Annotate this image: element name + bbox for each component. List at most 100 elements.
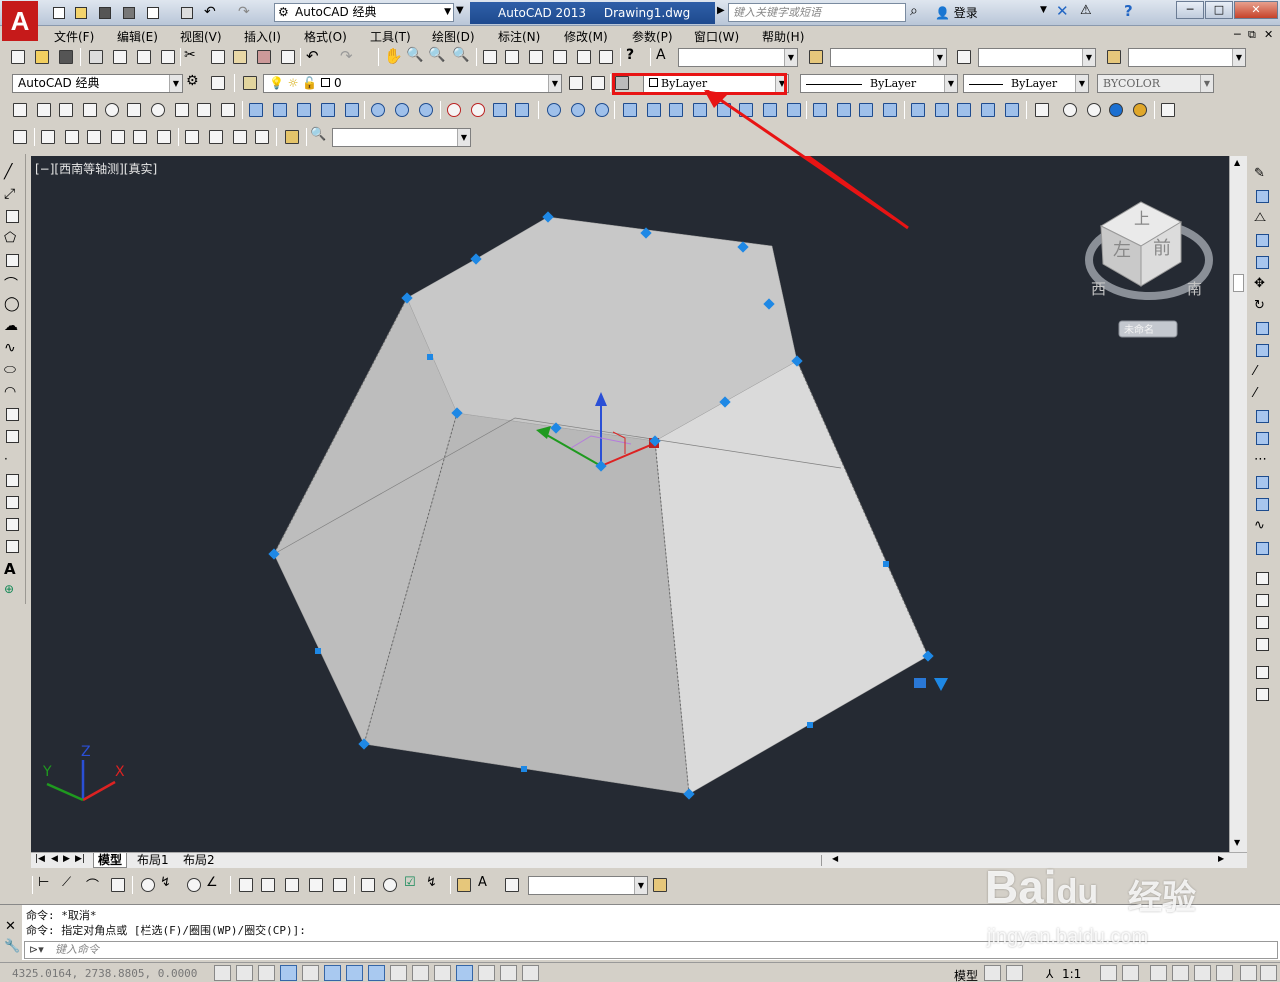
pyramid-icon[interactable]: [172, 100, 192, 120]
3d-array-icon[interactable]: [512, 100, 532, 120]
menu-edit[interactable]: 编辑(E): [117, 28, 158, 45]
match-properties-icon[interactable]: [254, 47, 274, 67]
3d-print-icon[interactable]: [158, 47, 178, 67]
print-icon[interactable]: [86, 47, 106, 67]
right-view-icon[interactable]: [108, 127, 128, 147]
baseline-dim-icon[interactable]: [258, 875, 278, 895]
quick-view-layouts-icon[interactable]: [984, 965, 1001, 981]
block-editor-icon[interactable]: [278, 47, 298, 67]
clean-screen-toggle[interactable]: [1260, 965, 1277, 981]
ellipse-icon[interactable]: ⬭: [4, 362, 22, 380]
open-icon[interactable]: [72, 4, 90, 22]
top-view-icon[interactable]: [38, 127, 58, 147]
conceptual-style-icon[interactable]: [1084, 100, 1104, 120]
menu-insert[interactable]: 插入(I): [244, 28, 281, 45]
plot-icon[interactable]: [178, 4, 196, 22]
pan-icon[interactable]: ✋: [384, 47, 404, 67]
ne-iso-view-icon[interactable]: [230, 127, 250, 147]
dim-space-icon[interactable]: [306, 875, 326, 895]
next-tab-icon[interactable]: ▶: [63, 854, 70, 864]
zoom-icon[interactable]: 🔍: [310, 127, 330, 147]
vertical-scrollbar[interactable]: ▲ ▼: [1229, 156, 1247, 852]
annotation-scale-icon[interactable]: ⅄: [1046, 967, 1053, 981]
trim-icon[interactable]: ⁄: [1254, 364, 1272, 382]
zoom-realtime-icon[interactable]: 🔍: [406, 47, 426, 67]
box-icon[interactable]: [34, 100, 54, 120]
copy-icon[interactable]: [208, 47, 228, 67]
hatch-icon[interactable]: [4, 472, 22, 490]
angular-dim-icon[interactable]: ∠: [206, 875, 226, 895]
section-plane-icon[interactable]: [978, 100, 998, 120]
dim-style-manager-icon[interactable]: [650, 875, 670, 895]
object-snap-tracking-toggle[interactable]: [368, 965, 385, 981]
communication-center-icon[interactable]: ⚠: [1080, 3, 1092, 18]
draworder-under-icon[interactable]: [1254, 636, 1272, 654]
save-file-icon[interactable]: [56, 47, 76, 67]
markup-icon[interactable]: [574, 47, 594, 67]
explode-icon[interactable]: [1254, 540, 1272, 558]
jogged-dim-icon[interactable]: ↯: [160, 875, 180, 895]
view-combo[interactable]: ▼: [332, 128, 471, 147]
help-icon[interactable]: ?: [1124, 2, 1133, 20]
tool-palettes-icon[interactable]: [526, 47, 546, 67]
prev-tab-icon[interactable]: ◀: [51, 854, 58, 864]
properties-icon[interactable]: [480, 47, 500, 67]
quick-view-drawings-icon[interactable]: [1006, 965, 1023, 981]
layer-properties-icon[interactable]: [240, 73, 260, 93]
move-icon[interactable]: ✥: [1254, 276, 1272, 294]
draworder-front-icon[interactable]: [1254, 570, 1272, 588]
torus-icon[interactable]: [148, 100, 168, 120]
presspull-icon[interactable]: [270, 100, 290, 120]
radius-dim-icon[interactable]: [138, 875, 158, 895]
open-file-icon[interactable]: [32, 47, 52, 67]
solid-union-icon[interactable]: [544, 100, 564, 120]
gradient-icon[interactable]: [4, 494, 22, 512]
command-window-handle[interactable]: ✕ 🔧: [0, 905, 22, 961]
close-button[interactable]: ✕: [1234, 1, 1278, 19]
circle-icon[interactable]: ◯: [4, 296, 22, 314]
extend-icon[interactable]: ⁄: [1254, 386, 1272, 404]
tab-layout2[interactable]: 布局2: [179, 853, 219, 868]
join-icon[interactable]: ⋯: [1254, 452, 1272, 470]
extrude-faces-icon[interactable]: [620, 100, 640, 120]
camera-icon[interactable]: [282, 127, 302, 147]
loft-icon[interactable]: [342, 100, 362, 120]
bottom-view-icon[interactable]: [62, 127, 82, 147]
layer-combo[interactable]: 💡 ☼ 🔓 0 ▼: [263, 74, 562, 93]
save-as-icon[interactable]: [120, 4, 138, 22]
copy-object-icon[interactable]: [1254, 188, 1272, 206]
plotstyle-combo[interactable]: BYCOLOR ▼: [1097, 74, 1214, 93]
toolbar-lock-icon[interactable]: [1172, 965, 1189, 981]
chamfer-icon[interactable]: [1254, 474, 1272, 492]
construction-line-icon[interactable]: ⤢: [4, 186, 22, 204]
redo-icon[interactable]: ↷: [238, 4, 256, 22]
object-snap-toggle[interactable]: [324, 965, 341, 981]
realistic-style-icon[interactable]: [1106, 100, 1126, 120]
back-view-icon[interactable]: [154, 127, 174, 147]
jogged-linear-icon[interactable]: ↯: [426, 875, 446, 895]
menu-format[interactable]: 格式(O): [304, 28, 347, 45]
save-icon[interactable]: [96, 4, 114, 22]
dim-style-icon[interactable]: [806, 47, 826, 67]
coordinates-readout[interactable]: 4325.0164, 2738.8805, 0.0000: [12, 967, 197, 980]
center-mark-icon[interactable]: [380, 875, 400, 895]
qat-dropdown-icon[interactable]: ▼: [456, 5, 464, 16]
mdi-restore-button[interactable]: ⧉: [1248, 28, 1256, 42]
hardware-acceleration-icon[interactable]: [1194, 965, 1211, 981]
2d-wireframe-icon[interactable]: [1060, 100, 1080, 120]
erase-icon[interactable]: ✎: [1254, 166, 1272, 184]
make-object-layer-current-icon[interactable]: [566, 73, 586, 93]
tab-model[interactable]: 模型: [93, 853, 128, 868]
convert-to-solid-icon[interactable]: [1002, 100, 1022, 120]
region-icon[interactable]: [4, 516, 22, 534]
polyline-icon[interactable]: [4, 208, 22, 226]
sheet-set-icon[interactable]: [550, 47, 570, 67]
dynamic-ucs-toggle[interactable]: [390, 965, 407, 981]
undo-tool-icon[interactable]: ↶: [306, 47, 326, 67]
quick-dim-icon[interactable]: [236, 875, 256, 895]
text-front-icon[interactable]: [1254, 664, 1272, 682]
sweep-icon[interactable]: [294, 100, 314, 120]
break-icon[interactable]: [1254, 430, 1272, 448]
menu-dimension[interactable]: 标注(N): [498, 28, 540, 45]
table-style-icon[interactable]: [954, 47, 974, 67]
